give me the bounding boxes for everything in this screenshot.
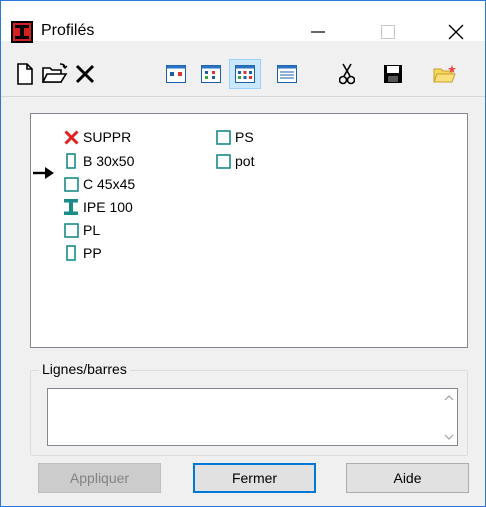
list-item[interactable]: B 30x50 <box>63 150 134 172</box>
lines-memo-field[interactable] <box>47 388 458 446</box>
save-button[interactable] <box>377 59 409 89</box>
maximize-button[interactable] <box>365 1 411 41</box>
open-star-folder-button[interactable] <box>429 59 461 89</box>
square-icon <box>215 152 231 170</box>
delete-x-icon <box>63 128 79 146</box>
save-icon <box>384 65 402 83</box>
list-item[interactable]: PS <box>215 126 254 148</box>
open-star-folder-icon <box>433 65 456 83</box>
view-large-icons-icon <box>166 65 186 83</box>
list-item-label: pot <box>235 153 255 169</box>
minimize-button[interactable] <box>295 1 341 41</box>
list-item[interactable]: SUPPR <box>63 126 131 148</box>
open-button[interactable] <box>39 59 71 89</box>
list-item[interactable]: IPE 100 <box>63 196 133 218</box>
lines-group-label: Lignes/barres <box>39 361 130 377</box>
square-icon <box>63 221 79 239</box>
close-dialog-button[interactable]: Fermer <box>193 463 316 493</box>
memo-vertical-scrollbar[interactable] <box>440 389 457 445</box>
i-beam-icon <box>63 198 79 216</box>
list-item-label: IPE 100 <box>83 199 133 215</box>
list-item-label: SUPPR <box>83 129 132 145</box>
new-icon <box>17 63 33 85</box>
view-large-icons-button[interactable] <box>160 59 192 89</box>
maximize-icon <box>381 25 395 39</box>
list-item[interactable]: PP <box>63 242 102 264</box>
cut-icon <box>339 63 355 85</box>
i-beam-red-icon <box>11 21 33 43</box>
toolbar-divider <box>1 96 485 97</box>
close-icon <box>448 24 464 40</box>
square-icon <box>63 175 79 193</box>
view-details-icon <box>277 65 297 83</box>
chevron-down-icon <box>444 434 453 440</box>
new-button[interactable] <box>9 59 41 89</box>
list-item[interactable]: PL <box>63 219 100 241</box>
help-button[interactable]: Aide <box>346 463 469 493</box>
view-small-icons-icon <box>201 65 221 83</box>
window-title: Profilés <box>41 22 95 39</box>
view-details-button[interactable] <box>271 59 303 89</box>
list-item-label: PS <box>235 129 254 145</box>
profiles-window: Profilés SUPPR B 30x50 C 45x45 IPE 100 P… <box>0 0 486 507</box>
delete-icon <box>75 64 95 84</box>
cut-button[interactable] <box>331 59 363 89</box>
apply-button[interactable]: Appliquer <box>38 463 161 493</box>
list-item-label: PP <box>83 245 102 261</box>
current-item-arrow-icon <box>33 167 54 179</box>
view-small-icons-button[interactable] <box>195 59 227 89</box>
view-list-icon <box>235 65 255 83</box>
minimize-icon <box>311 31 325 33</box>
square-icon <box>215 128 231 146</box>
profiles-listbox[interactable]: SUPPR B 30x50 C 45x45 IPE 100 PL PP PS p… <box>30 113 468 348</box>
delete-button[interactable] <box>69 59 101 89</box>
close-button[interactable] <box>435 1 481 41</box>
list-item-label: B 30x50 <box>83 153 135 169</box>
rectangle-tall-icon <box>63 152 79 170</box>
list-item[interactable]: pot <box>215 150 254 172</box>
view-list-button[interactable] <box>229 59 261 89</box>
toolbar <box>1 55 485 95</box>
title-bar[interactable]: Profilés <box>1 1 485 43</box>
scroll-up-button[interactable] <box>440 389 457 406</box>
list-item-label: PL <box>83 222 101 238</box>
chevron-up-icon <box>444 394 453 400</box>
rectangle-tall-icon <box>63 244 79 262</box>
list-item-label: C 45x45 <box>83 176 136 192</box>
scroll-down-button[interactable] <box>440 428 457 445</box>
list-item[interactable]: C 45x45 <box>63 173 135 195</box>
open-folder-icon <box>42 63 68 83</box>
